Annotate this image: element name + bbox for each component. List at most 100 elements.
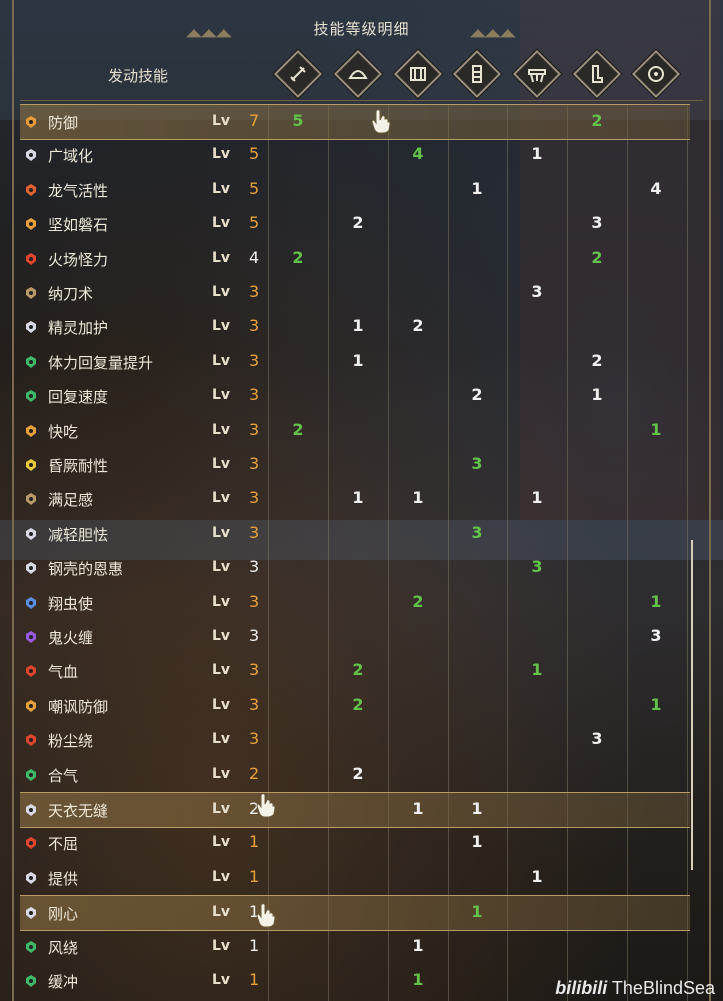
skill-row[interactable]: 快吃 Lv 3 2 1: [20, 414, 690, 448]
watermark-text: TheBlindSea: [611, 978, 715, 998]
slot-level-cell: 1: [650, 591, 662, 611]
skill-level-value: 5: [249, 144, 260, 164]
equipment-slot-helmet-icon[interactable]: [333, 49, 383, 99]
skill-name: 不屈: [48, 835, 79, 854]
equipment-slot-waist-armor-icon[interactable]: [512, 49, 562, 99]
slot-level-cell: 1: [412, 799, 424, 818]
slot-level-cell: 2: [591, 247, 603, 267]
level-label: Lv: [212, 868, 231, 885]
skill-name: 防御: [48, 114, 79, 132]
slot-level-cell: 3: [591, 213, 603, 233]
level-label: Lv: [212, 318, 231, 335]
slot-level-cell: 1: [471, 832, 483, 852]
skill-jewel-icon: [24, 423, 38, 437]
equipment-slot-weapon-icon[interactable]: [273, 49, 323, 99]
skill-jewel-icon: [24, 251, 38, 265]
slot-level-cell: 1: [412, 488, 424, 508]
slot-level-cell: 3: [650, 626, 662, 645]
skill-level-value: 3: [249, 660, 260, 680]
slot-level-cell: 1: [412, 970, 424, 989]
skill-name: 体力回复量提升: [48, 353, 154, 372]
level-label: Lv: [212, 834, 231, 851]
waist-armor-icon: [528, 69, 546, 83]
skill-name: 满足感: [48, 491, 94, 510]
skill-row[interactable]: 风绕 Lv 1 1: [20, 930, 690, 964]
skill-jewel-icon: [24, 835, 38, 850]
skill-row[interactable]: 龙气活性 Lv 5 1 4: [20, 173, 690, 207]
level-label: Lv: [212, 972, 231, 988]
skill-jewel-icon: [24, 560, 38, 575]
skill-row[interactable]: 精灵加护 Lv 3 1 2: [20, 310, 690, 344]
skill-level-value: 3: [249, 522, 260, 542]
skill-level-value: 2: [249, 763, 260, 783]
slot-level-cell: 1: [352, 488, 364, 508]
skill-name: 嘲讽防御: [48, 697, 109, 716]
skill-level-value: 1: [249, 832, 260, 852]
equipment-slot-talisman-icon[interactable]: [631, 49, 681, 99]
skill-name: 风绕: [48, 938, 79, 957]
scrollbar[interactable]: [691, 540, 693, 870]
skill-row[interactable]: 钢壳的恩惠 Lv 3 3: [20, 551, 690, 585]
slot-level-cell: 2: [591, 111, 603, 130]
skill-jewel-icon: [24, 595, 38, 609]
skill-level-value: 3: [249, 419, 260, 439]
skill-jewel-icon: [24, 939, 38, 953]
equipment-slot-greaves-icon[interactable]: [572, 49, 622, 99]
skill-row[interactable]: 提供 Lv 1 1: [20, 861, 690, 895]
skill-jewel-icon: [24, 905, 38, 920]
skill-row[interactable]: 减轻胆怯 Lv 3 3: [20, 517, 690, 551]
slot-level-cell: 1: [352, 350, 364, 370]
skill-name: 广域化: [48, 147, 94, 166]
skill-row[interactable]: 合气 Lv 2 2: [20, 758, 690, 792]
slot-level-cell: 3: [591, 729, 603, 749]
skill-row[interactable]: 广域化 Lv 5 4 1: [20, 138, 690, 172]
level-label: Lv: [212, 146, 231, 163]
skill-name: 坚如磐石: [48, 216, 109, 235]
skill-row[interactable]: 粉尘绕 Lv 3 3: [20, 723, 690, 757]
skill-row[interactable]: 火场怪力 Lv 4 2 2: [20, 242, 690, 276]
slot-level-cell: 1: [471, 799, 483, 818]
skill-jewel-icon: [24, 802, 38, 816]
skill-jewel-icon: [24, 973, 38, 987]
level-label: Lv: [212, 284, 231, 300]
skill-row[interactable]: 防御 Lv 7 5 2: [20, 104, 690, 140]
skill-level-value: 1: [249, 866, 260, 886]
skill-row[interactable]: 鬼火缠 Lv 3 3: [20, 620, 690, 654]
skill-row[interactable]: 满足感 Lv 3 1 1 1: [20, 482, 690, 516]
skill-jewel-icon: [24, 629, 38, 643]
skill-jewel-icon: [24, 732, 38, 747]
slot-level-cell: 3: [531, 557, 543, 577]
slot-level-cell: 1: [471, 178, 483, 198]
level-label: Lv: [212, 904, 231, 921]
level-label: Lv: [212, 387, 231, 404]
skill-row[interactable]: 翔虫使 Lv 3 2 1: [20, 586, 690, 620]
level-label: Lv: [212, 593, 231, 610]
skill-name: 翔虫使: [48, 594, 94, 613]
skill-row[interactable]: 不屈 Lv 1 1: [20, 826, 690, 860]
skill-jewel-icon: [24, 354, 38, 368]
skill-row[interactable]: 气血 Lv 3 2 1: [20, 654, 690, 688]
skill-jewel-icon: [24, 491, 38, 506]
skill-row[interactable]: 回复速度 Lv 3 2 1: [20, 379, 690, 413]
skill-row[interactable]: 嘲讽防御 Lv 3 2 1: [20, 689, 690, 723]
skill-row[interactable]: 昏厥耐性 Lv 3 3: [20, 448, 690, 482]
skill-jewel-icon: [24, 216, 38, 231]
slot-level-cell: 2: [292, 247, 304, 267]
skill-row[interactable]: 刚心 Lv 1 1: [20, 895, 690, 932]
skill-row[interactable]: 纳刀术 Lv 3 3: [20, 276, 690, 310]
slot-level-cell: 2: [591, 350, 603, 370]
talisman-icon: [648, 66, 664, 82]
skill-row[interactable]: 坚如磐石 Lv 5 2 3: [20, 207, 690, 241]
level-label: Lv: [212, 801, 231, 817]
skill-jewel-icon: [24, 285, 38, 299]
skill-row[interactable]: 天衣无缝 Lv 2 1 1: [20, 792, 690, 828]
equipment-slot-chest-armor-icon[interactable]: [393, 49, 443, 99]
skill-jewel-icon: [24, 870, 38, 884]
skill-jewel-icon: [24, 319, 38, 334]
skill-level-value: 3: [249, 694, 260, 714]
skill-level-value: 3: [249, 454, 260, 473]
level-label: Lv: [212, 180, 231, 197]
skill-row[interactable]: 体力回复量提升 Lv 3 1 2: [20, 345, 690, 379]
skill-name: 减轻胆怯: [48, 525, 109, 544]
equipment-slot-gauntlet-icon[interactable]: [452, 49, 502, 99]
